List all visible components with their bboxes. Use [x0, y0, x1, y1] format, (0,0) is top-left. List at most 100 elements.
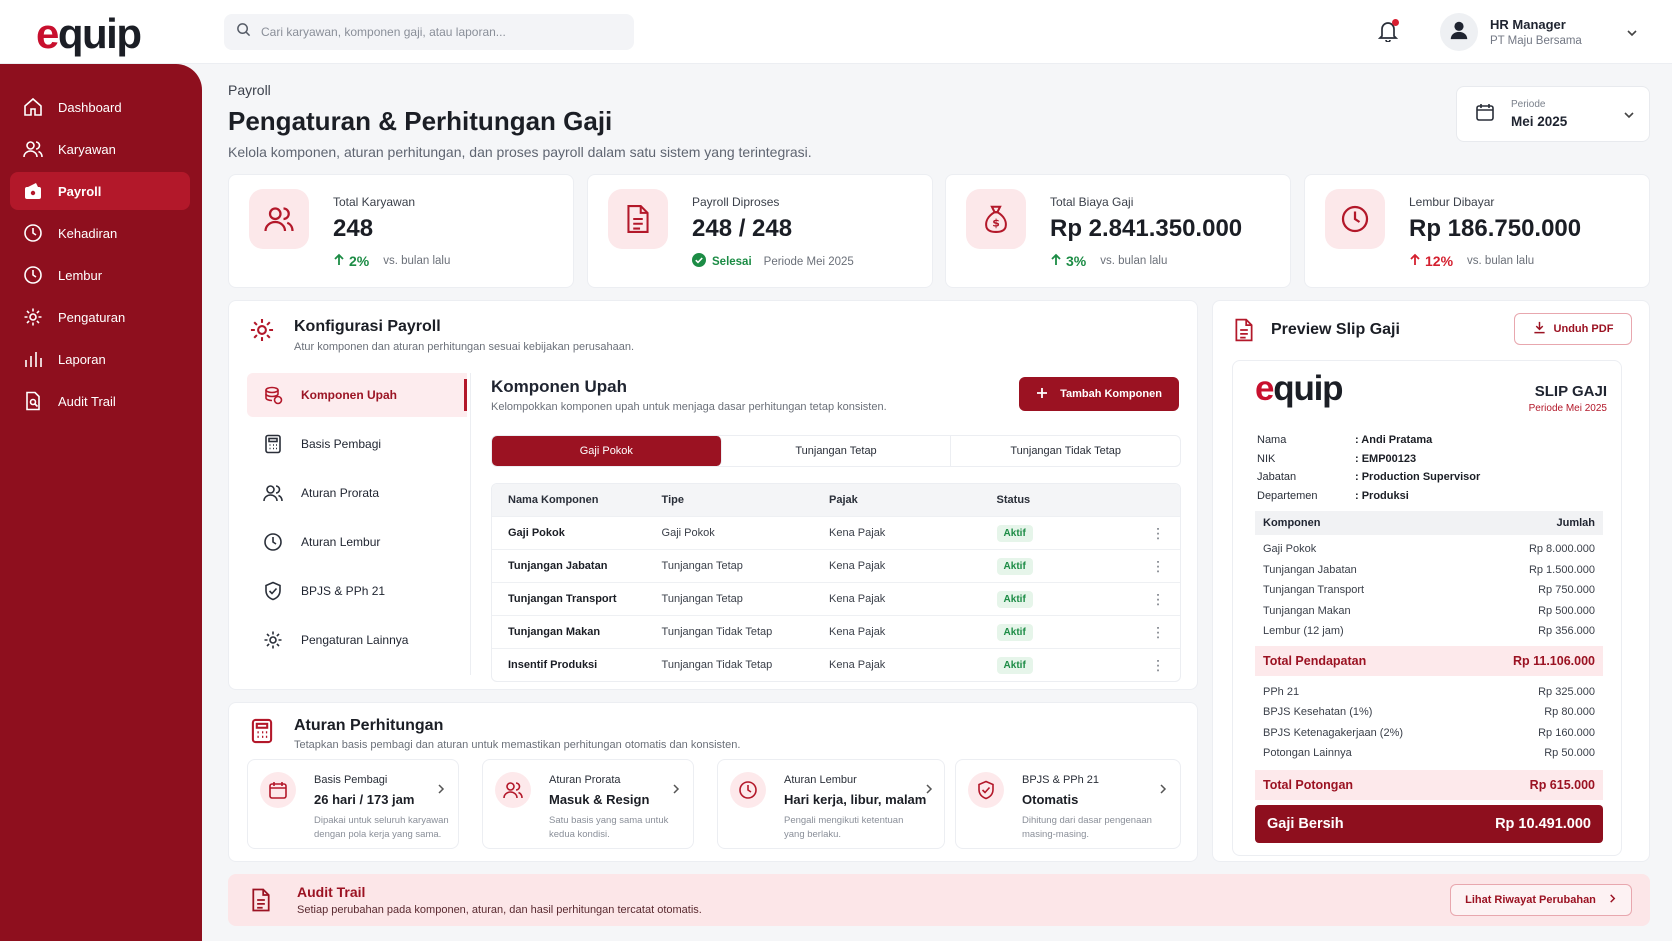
status-badge: Aktif	[996, 525, 1033, 542]
document-icon	[608, 189, 668, 249]
page-title: Pengaturan & Perhitungan Gaji	[228, 106, 613, 136]
rule-card-bpjs-pph21[interactable]: BPJS & PPh 21 Otomatis Dihitung dari das…	[955, 759, 1181, 849]
more-vertical-icon[interactable]: ⋮	[1136, 591, 1180, 608]
arrow-up-icon	[1050, 253, 1062, 269]
menu-item-komponen-upah[interactable]: Komponen Upah	[247, 373, 467, 417]
home-icon	[22, 96, 44, 118]
gaji-bersih-row: Gaji Bersih Rp 10.491.000	[1255, 804, 1603, 843]
breadcrumb[interactable]: Payroll	[228, 82, 812, 98]
slip-table-header: Komponen Jumlah	[1255, 511, 1603, 535]
user-company: PT Maju Bersama	[1490, 35, 1582, 47]
lihat-riwayat-button[interactable]: Lihat Riwayat Perubahan	[1450, 884, 1632, 916]
unduh-pdf-button[interactable]: Unduh PDF	[1514, 313, 1632, 345]
stat-note: vs. bulan lalu	[383, 255, 451, 267]
panel-title: Konfigurasi Payroll	[294, 318, 441, 335]
slip-row: Gaji Pokok Rp 8.000.000	[1263, 543, 1595, 556]
calculator-icon	[249, 717, 275, 750]
gear-icon	[261, 628, 285, 652]
aturan-perhitungan-panel: Aturan Perhitungan Tetapkan basis pembag…	[228, 702, 1198, 862]
table-row[interactable]: Tunjangan Transport Tunjangan Tetap Kena…	[492, 582, 1180, 615]
search-bar[interactable]	[224, 14, 634, 50]
more-vertical-icon[interactable]: ⋮	[1136, 624, 1180, 641]
menu-item-aturan-lembur[interactable]: Aturan Lembur	[247, 520, 467, 564]
stat-note: vs. bulan lalu	[1100, 255, 1168, 267]
tab-tunjangan-tidak-tetap[interactable]: Tunjangan Tidak Tetap	[951, 436, 1180, 466]
sidebar-item-pengaturan[interactable]: Pengaturan	[10, 298, 190, 336]
users-icon	[495, 772, 531, 808]
plus-icon	[1036, 387, 1048, 402]
rule-card-aturan-prorata[interactable]: Aturan Prorata Masuk & Resign Satu basis…	[482, 759, 694, 849]
calendar-icon	[1475, 102, 1495, 127]
chevron-down-icon[interactable]	[1626, 26, 1638, 44]
slip-periode: Periode Mei 2025	[1528, 403, 1607, 414]
users-icon	[261, 481, 285, 505]
sidebar-item-label: Lembur	[58, 267, 103, 283]
komponen-table: Nama Komponen Tipe Pajak Status Gaji Pok…	[491, 483, 1181, 682]
status-badge: Aktif	[996, 657, 1033, 674]
sidebar-item-laporan[interactable]: Laporan	[10, 340, 190, 378]
stat-card-payroll-diproses: Payroll Diproses 248 / 248 Selesai Perio…	[587, 174, 933, 288]
sidebar-item-kehadiran[interactable]: Kehadiran	[10, 214, 190, 252]
komponen-upah-subtitle: Kelompokkan komponen upah untuk menjaga …	[491, 401, 887, 413]
periode-selector[interactable]: Periode Mei 2025	[1456, 86, 1650, 142]
chevron-right-icon	[1158, 782, 1168, 800]
stat-status: Selesai	[712, 255, 752, 268]
panel-title: Preview Slip Gaji	[1271, 321, 1400, 338]
search-icon	[236, 22, 251, 42]
table-row[interactable]: Insentif Produksi Tunjangan Tidak Tetap …	[492, 648, 1180, 681]
slip-row: BPJS Kesehatan (1%) Rp 80.000	[1263, 706, 1595, 719]
bell-icon	[1377, 22, 1399, 46]
menu-item-basis-pembagi[interactable]: Basis Pembagi	[247, 422, 467, 466]
sidebar-item-label: Laporan	[58, 351, 106, 367]
notification-bell[interactable]	[1377, 19, 1399, 47]
sidebar-item-dashboard[interactable]: Dashboard	[10, 88, 190, 126]
stat-label: Total Biaya Gaji	[1050, 195, 1134, 209]
search-input[interactable]	[261, 25, 621, 39]
tab-gaji-pokok[interactable]: Gaji Pokok	[492, 436, 722, 466]
slip-row: Lembur (12 jam) Rp 356.000	[1263, 625, 1595, 638]
user-menu[interactable]: HR Manager PT Maju Bersama	[1440, 12, 1650, 52]
clock-icon	[730, 772, 766, 808]
sidebar-item-lembur[interactable]: Lembur	[10, 256, 190, 294]
stat-value: Rp 186.750.000	[1409, 215, 1582, 242]
rule-card-basis-pembagi[interactable]: Basis Pembagi 26 hari / 173 jam Dipakai …	[247, 759, 459, 849]
notification-dot	[1392, 19, 1399, 26]
users-icon	[22, 138, 44, 160]
sidebar-item-label: Dashboard	[58, 99, 122, 115]
menu-item-aturan-prorata[interactable]: Aturan Prorata	[247, 471, 467, 515]
calendar-icon	[260, 772, 296, 808]
tambah-komponen-button[interactable]: Tambah Komponen	[1019, 377, 1179, 411]
sidebar-item-karyawan[interactable]: Karyawan	[10, 130, 190, 168]
slip-row: Potongan Lainnya Rp 50.000	[1263, 747, 1595, 760]
stat-delta: 12%	[1425, 253, 1454, 269]
chevron-down-icon	[1623, 108, 1635, 126]
more-vertical-icon[interactable]: ⋮	[1136, 657, 1180, 674]
stat-card-lembur-dibayar: Lembur Dibayar Rp 186.750.000 12% vs. bu…	[1304, 174, 1650, 288]
equip-logo[interactable]: equip	[36, 10, 142, 58]
slip-row: Tunjangan Transport Rp 750.000	[1263, 584, 1595, 597]
table-row[interactable]: Tunjangan Makan Tunjangan Tidak Tetap Ke…	[492, 615, 1180, 648]
stat-delta: 2%	[349, 253, 370, 269]
wallet-icon	[22, 180, 44, 202]
clock-icon	[22, 264, 44, 286]
stat-label: Total Karyawan	[333, 195, 416, 209]
tab-tunjangan-tetap[interactable]: Tunjangan Tetap	[722, 436, 952, 466]
table-row[interactable]: Gaji Pokok Gaji Pokok Kena Pajak Aktif ⋮	[492, 516, 1180, 549]
sidebar-item-audit-trail[interactable]: Audit Trail	[10, 382, 190, 420]
slip-row: Tunjangan Jabatan Rp 1.500.000	[1263, 563, 1595, 576]
audit-subtitle: Setiap perubahan pada komponen, aturan, …	[297, 904, 702, 916]
top-header: equip HR Manager PT Maju Bersama	[0, 0, 1672, 64]
sidebar-item-label: Pengaturan	[58, 309, 126, 325]
money-bag-icon: $	[966, 189, 1026, 249]
employee-info: Nama: Andi Pratama NIK: EMP00123 Jabatan…	[1257, 434, 1481, 502]
rule-card-aturan-lembur[interactable]: Aturan Lembur Hari kerja, libur, malam P…	[717, 759, 945, 849]
more-vertical-icon[interactable]: ⋮	[1136, 558, 1180, 575]
menu-item-bpjs-pph21[interactable]: BPJS & PPh 21	[247, 569, 467, 613]
more-vertical-icon[interactable]: ⋮	[1136, 525, 1180, 542]
sidebar-item-payroll[interactable]: Payroll	[10, 172, 190, 210]
menu-item-pengaturan-lainnya[interactable]: Pengaturan Lainnya	[247, 618, 467, 662]
periode-label: Periode	[1511, 99, 1546, 110]
document-icon	[1233, 318, 1255, 347]
shield-check-icon	[261, 579, 285, 603]
table-row[interactable]: Tunjangan Jabatan Tunjangan Tetap Kena P…	[492, 549, 1180, 582]
